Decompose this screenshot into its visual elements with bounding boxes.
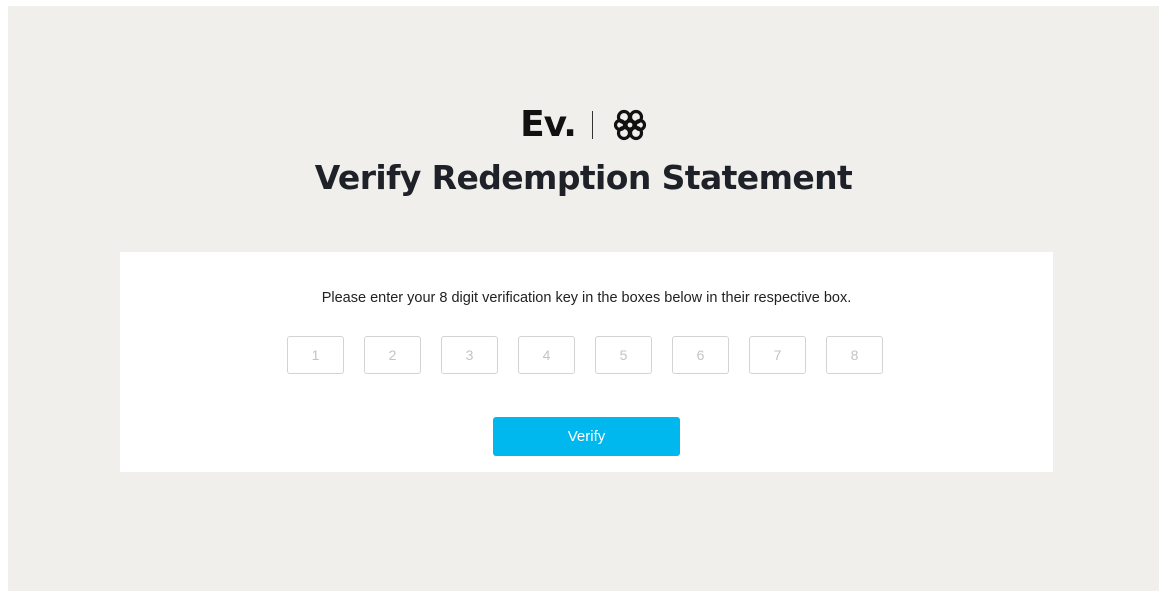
verify-button[interactable]: Verify xyxy=(493,417,680,456)
verification-card: Please enter your 8 digit verification k… xyxy=(120,252,1053,472)
brand-divider xyxy=(591,111,593,139)
digit-input-3[interactable] xyxy=(441,336,498,374)
instructions-text: Please enter your 8 digit verification k… xyxy=(321,290,852,306)
page-background: Ev. Verify Redemption Statement Please e… xyxy=(8,6,1159,591)
digit-input-2[interactable] xyxy=(364,336,421,374)
digit-inputs xyxy=(287,336,883,374)
brand-name: Ev. xyxy=(520,104,577,145)
digit-input-4[interactable] xyxy=(518,336,575,374)
digit-input-6[interactable] xyxy=(672,336,729,374)
page-title: Verify Redemption Statement xyxy=(314,158,853,197)
digit-input-1[interactable] xyxy=(287,336,344,374)
knot-logo-icon xyxy=(613,109,647,141)
digit-input-7[interactable] xyxy=(749,336,806,374)
digit-input-5[interactable] xyxy=(595,336,652,374)
brand-header: Ev. xyxy=(8,103,1159,147)
digit-input-8[interactable] xyxy=(826,336,883,374)
